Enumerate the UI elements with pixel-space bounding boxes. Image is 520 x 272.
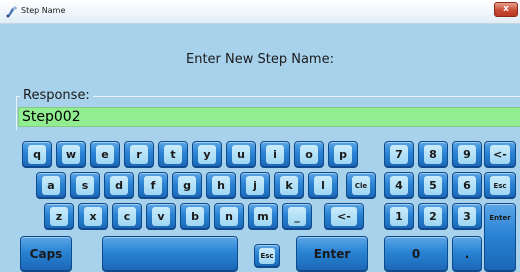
- key-b[interactable]: b: [180, 203, 210, 230]
- title-bar: Step Name x: [0, 0, 520, 24]
- numpad-backspace-key[interactable]: <-: [484, 141, 516, 168]
- key-l[interactable]: l: [308, 172, 338, 199]
- key-c[interactable]: c: [112, 203, 142, 230]
- key-a[interactable]: a: [36, 172, 66, 199]
- numpad-key-5[interactable]: 5: [418, 172, 448, 199]
- key-v[interactable]: v: [146, 203, 176, 230]
- numpad-key-6[interactable]: 6: [452, 172, 482, 199]
- key-m[interactable]: m: [248, 203, 278, 230]
- numpad-enter-key[interactable]: Enter: [484, 203, 516, 272]
- numpad-key-3[interactable]: 3: [452, 203, 482, 230]
- numpad-key-8[interactable]: 8: [418, 141, 448, 168]
- key-i[interactable]: i: [260, 141, 290, 168]
- enter-key[interactable]: Enter: [296, 236, 368, 272]
- key-f[interactable]: f: [138, 172, 168, 199]
- key-k[interactable]: k: [274, 172, 304, 199]
- key-q[interactable]: q: [22, 141, 52, 168]
- app-icon: [6, 6, 17, 18]
- close-icon: x: [503, 4, 509, 14]
- close-button[interactable]: x: [494, 2, 518, 17]
- numpad-key-dot[interactable]: .: [452, 236, 482, 272]
- key-s[interactable]: s: [70, 172, 100, 199]
- clear-key[interactable]: Cle: [346, 172, 376, 199]
- numpad-key-7[interactable]: 7: [384, 141, 414, 168]
- numpad-key-0[interactable]: 0: [384, 236, 448, 272]
- key-x[interactable]: x: [78, 203, 108, 230]
- numpad-esc-key[interactable]: Esc: [484, 172, 516, 199]
- response-label: Response:: [20, 88, 93, 103]
- key-p[interactable]: p: [328, 141, 358, 168]
- key-r[interactable]: r: [124, 141, 154, 168]
- key-u[interactable]: u: [226, 141, 256, 168]
- key-g[interactable]: g: [172, 172, 202, 199]
- key-h[interactable]: h: [206, 172, 236, 199]
- response-input[interactable]: [18, 107, 520, 127]
- key-t[interactable]: t: [158, 141, 188, 168]
- caps-key[interactable]: Caps: [20, 236, 72, 272]
- prompt-text: Enter New Step Name:: [186, 52, 334, 67]
- numpad-key-9[interactable]: 9: [452, 141, 482, 168]
- key-n[interactable]: n: [214, 203, 244, 230]
- key-w[interactable]: w: [56, 141, 86, 168]
- key-d[interactable]: d: [104, 172, 134, 199]
- backspace-key[interactable]: <-: [324, 203, 364, 230]
- esc-key[interactable]: Esc: [254, 244, 280, 268]
- key-j[interactable]: j: [240, 172, 270, 199]
- numpad-key-2[interactable]: 2: [418, 203, 448, 230]
- key-o[interactable]: o: [294, 141, 324, 168]
- numpad-key-1[interactable]: 1: [384, 203, 414, 230]
- space-key[interactable]: [102, 236, 238, 272]
- key-underscore[interactable]: _: [282, 203, 312, 230]
- key-y[interactable]: y: [192, 141, 222, 168]
- key-z[interactable]: z: [44, 203, 74, 230]
- key-e[interactable]: e: [90, 141, 120, 168]
- numpad-key-4[interactable]: 4: [384, 172, 414, 199]
- window-title: Step Name: [21, 6, 66, 15]
